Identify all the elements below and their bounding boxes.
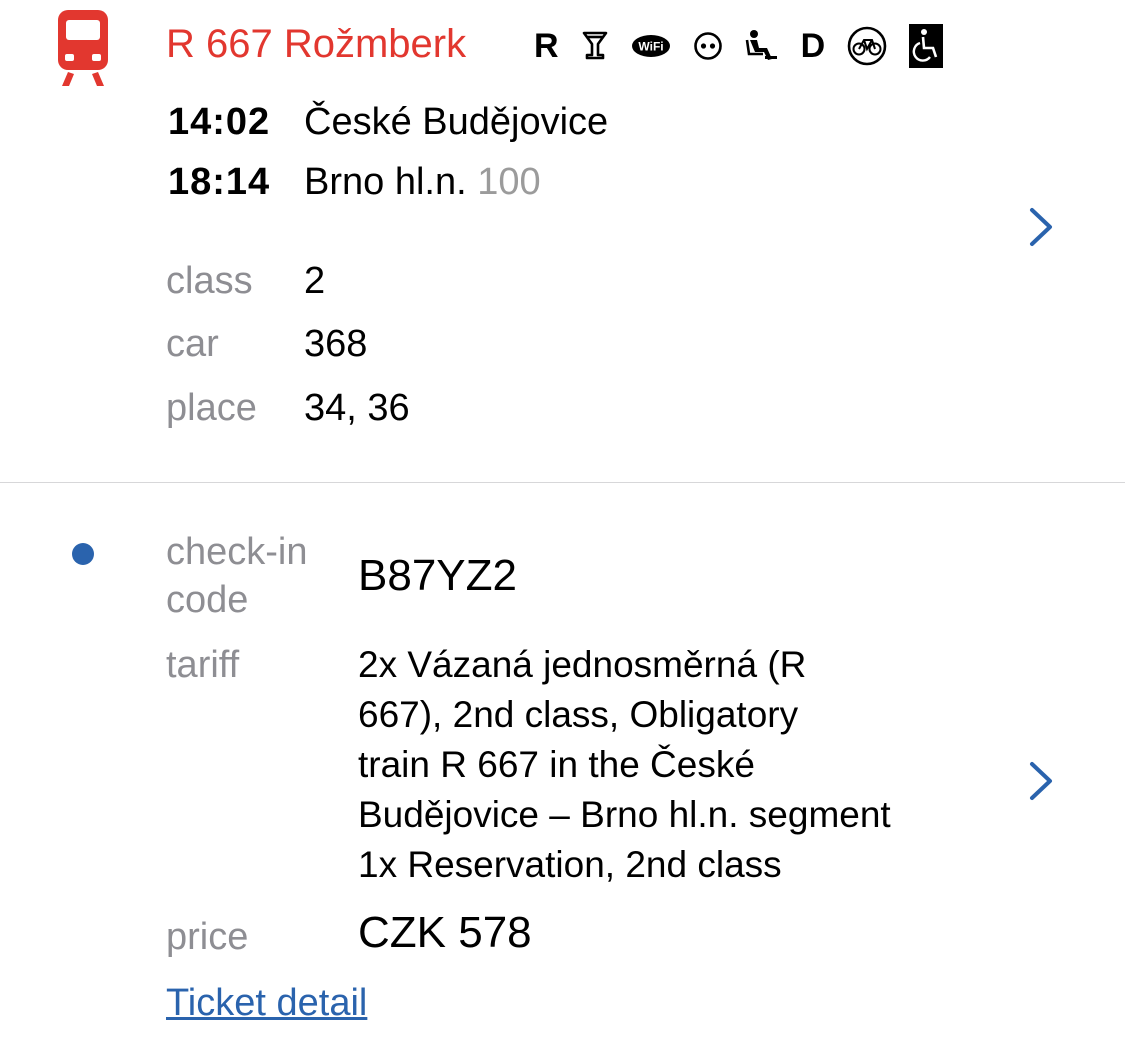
reserved-seat-icon (745, 24, 779, 68)
checkin-code-value: B87YZ2 (358, 551, 517, 600)
arrival-platform: 100 (477, 161, 541, 203)
reservation-letter-icon: R (534, 27, 559, 65)
amenity-icons: R WiFi D (534, 22, 965, 70)
tariff-label: tariff (166, 644, 240, 686)
bistro-glass-icon (581, 24, 609, 68)
ticket-detail-link[interactable]: Ticket detail (166, 978, 367, 1028)
arrival-time: 18:14 (168, 161, 271, 203)
place-value: 34, 36 (304, 387, 410, 429)
place-label: place (166, 387, 257, 429)
tariff-line: train R 667 in the České (358, 744, 755, 785)
section-divider (0, 482, 1125, 483)
tariff-line: 2x Vázaná jednosměrná (R (358, 644, 807, 685)
bicycle-icon (847, 24, 887, 68)
arrival-station: Brno hl.n. (304, 161, 467, 203)
car-label: car (166, 323, 219, 365)
price-label: price (166, 916, 249, 958)
d-letter-icon: D (800, 27, 826, 65)
class-value: 2 (304, 260, 326, 302)
tariff-line: Budějovice – Brno hl.n. segment (358, 794, 891, 835)
wifi-icon-label: WiFi (638, 40, 663, 54)
wheelchair-icon (909, 24, 944, 68)
arrival-station-row: Brno hl.n. 100 (304, 157, 541, 207)
checkin-label-line-1: check-in (166, 531, 308, 573)
tariff-description: 2x Vázaná jednosměrná (R 667), 2nd class… (358, 640, 891, 890)
tariff-line: 1x Reservation, 2nd class (358, 844, 782, 885)
wifi-icon: WiFi (631, 24, 671, 68)
train-name[interactable]: R 667 Rožmberk (166, 18, 466, 70)
price-value: CZK 578 (358, 908, 532, 957)
checkin-label-line-2: code (166, 579, 249, 621)
chevron-right-icon[interactable] (1026, 759, 1056, 803)
chevron-right-icon[interactable] (1026, 205, 1056, 249)
class-label: class (166, 260, 253, 302)
departure-time: 14:02 (168, 101, 271, 143)
departure-station: České Budějovice (304, 101, 609, 143)
tariff-line: 667), 2nd class, Obligatory (358, 694, 799, 735)
train-icon (56, 10, 110, 86)
checkin-code-label: check-in code (166, 528, 308, 624)
unread-dot-indicator (72, 543, 94, 565)
socket-icon (693, 24, 723, 68)
car-value: 368 (304, 323, 368, 365)
